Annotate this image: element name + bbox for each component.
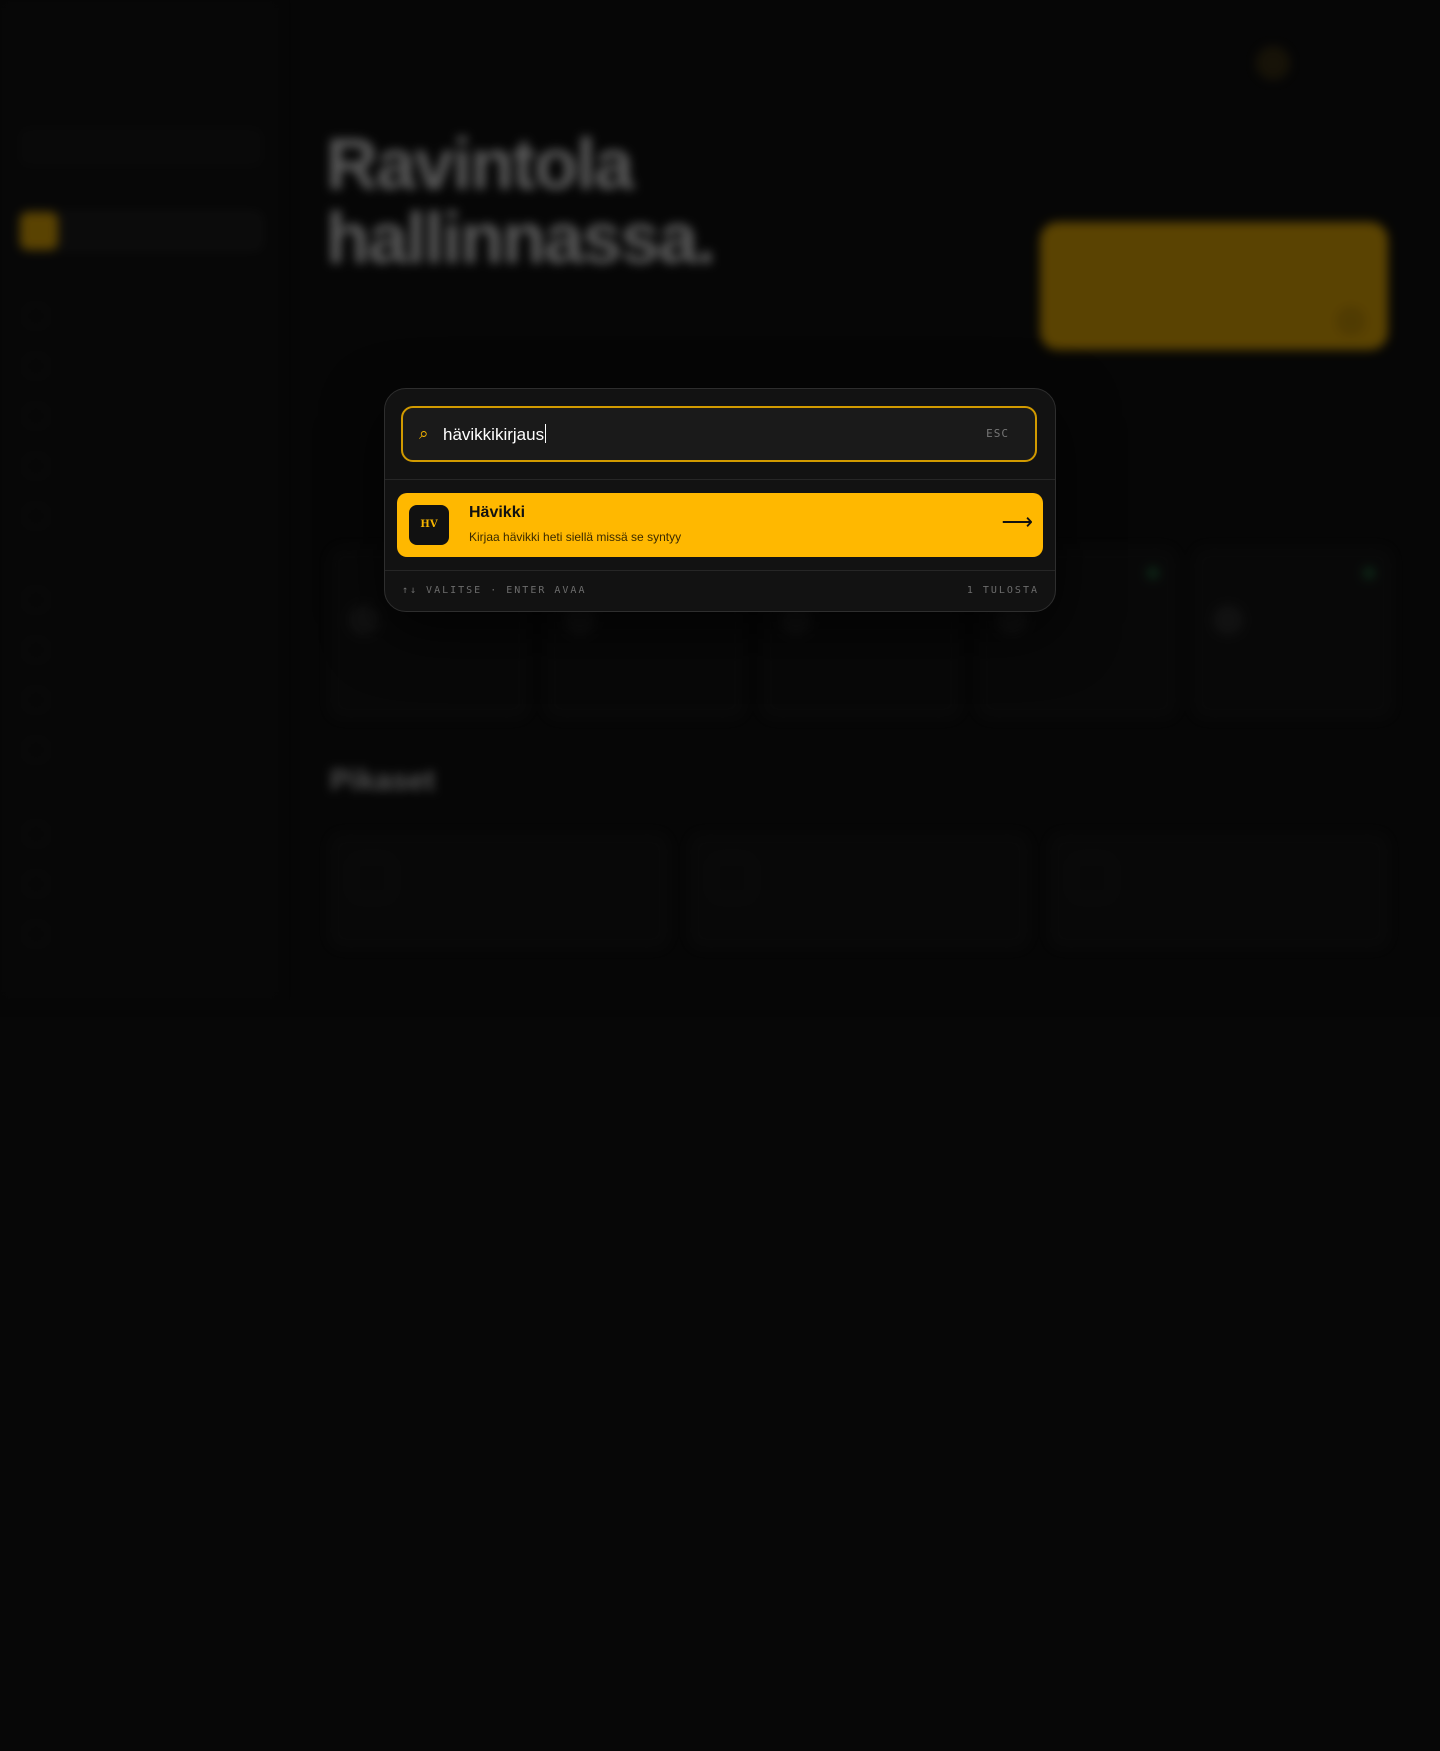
search-field[interactable]: ⌕ hävikkikirjaus ESC (401, 406, 1037, 462)
search-query: hävikkikirjaus (443, 425, 545, 444)
command-palette: ⌕ hävikkikirjaus ESC HV Hävikki Kirjaa h… (384, 388, 1056, 612)
arrow-right-icon: ⟶ (1001, 509, 1033, 534)
search-input[interactable]: hävikkikirjaus (443, 424, 547, 445)
divider (385, 479, 1055, 480)
text-caret (545, 424, 547, 443)
result-item[interactable]: HV Hävikki Kirjaa hävikki heti siellä mi… (397, 493, 1043, 557)
search-icon: ⌕ (419, 424, 429, 443)
modal-backdrop[interactable] (0, 0, 1440, 1751)
keyboard-hint: ↑↓ VALITSE · ENTER AVAA (402, 585, 587, 596)
result-badge: HV (409, 505, 449, 545)
result-count: 1 TULOSTA (966, 585, 1039, 596)
result-title: Hävikki (469, 504, 526, 521)
result-description: Kirjaa hävikki heti siellä missä se synt… (469, 530, 682, 544)
divider (385, 570, 1055, 571)
esc-hint[interactable]: ESC (986, 427, 1009, 440)
